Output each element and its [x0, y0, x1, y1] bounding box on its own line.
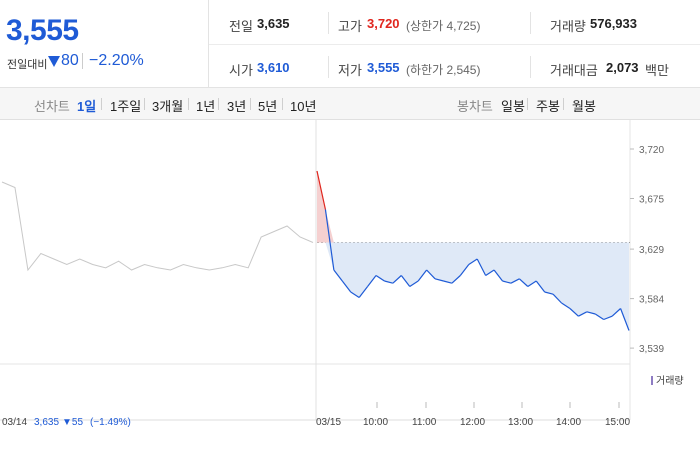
divider — [563, 98, 564, 110]
volume-legend-label: 거래량 — [656, 375, 684, 387]
x-tick-label: 14:00 — [556, 417, 581, 428]
stat-volume-value: 576,933 — [590, 16, 637, 31]
divider — [250, 98, 251, 110]
divider — [282, 98, 283, 110]
y-tick-label: 3,720 — [639, 145, 664, 156]
stat-trade-amount-value: 2,073 — [606, 60, 639, 75]
y-tick-label: 3,539 — [639, 344, 664, 355]
tab-monthly-candle[interactable]: 월봉 — [572, 96, 596, 115]
stat-trade-amount-key: 거래대금 — [550, 63, 598, 78]
change-value: 80 — [61, 52, 79, 69]
prev-day-change: ▼55 — [62, 417, 83, 428]
stat-lower-limit: (하한가 2,545) — [406, 63, 481, 77]
today-date: 03/15 — [316, 417, 341, 428]
tab-10y[interactable]: 10년 — [290, 96, 316, 115]
prev-day-date: 03/14 — [2, 417, 27, 428]
divider — [328, 56, 329, 78]
tab-3m[interactable]: 3개월 — [152, 96, 183, 115]
tab-1y[interactable]: 1년 — [196, 96, 215, 115]
divider — [218, 98, 219, 110]
stat-low-key: 저가 — [338, 63, 362, 78]
tab-3y[interactable]: 3년 — [227, 96, 246, 115]
tab-weekly-candle[interactable]: 주봉 — [536, 96, 560, 115]
divider — [527, 98, 528, 110]
change-label: 전일대비 — [7, 59, 48, 71]
tab-daily-candle[interactable]: 일봉 — [501, 96, 525, 115]
divider — [188, 98, 189, 110]
tab-5y[interactable]: 5년 — [258, 96, 277, 115]
divider — [144, 98, 145, 110]
change-percent: −2.20% — [89, 52, 144, 69]
stat-open-key: 시가 — [229, 63, 253, 78]
x-tick-label: 15:00 — [605, 417, 630, 428]
y-tick-label: 3,629 — [639, 245, 664, 256]
divider — [530, 56, 531, 78]
above-reference-fill — [317, 171, 629, 243]
previous-day-line — [1, 181, 314, 272]
divider — [82, 53, 83, 69]
divider — [328, 12, 329, 34]
x-tick-label: 12:00 — [460, 417, 485, 428]
tab-1w[interactable]: 1주일 — [110, 96, 141, 115]
divider — [101, 98, 102, 110]
current-price: 3,555 — [6, 14, 79, 47]
y-tick-label: 3,675 — [639, 195, 664, 206]
y-tick-label: 3,584 — [639, 295, 664, 306]
intraday-chart: 3,720 3,675 3,629 3,584 3,539 거래량 03/14 3,635… — [0, 120, 684, 428]
stat-prev-close-key: 전일 — [229, 19, 253, 34]
volume-legend-swatch — [651, 376, 653, 385]
tab-1d[interactable]: 1일 — [77, 96, 96, 115]
stat-low-value: 3,555 — [367, 60, 400, 75]
down-triangle-icon — [48, 56, 60, 67]
stat-volume-key: 거래량 — [550, 19, 586, 34]
candle-chart-label: 봉차트 — [457, 99, 493, 114]
stat-high-value: 3,720 — [367, 16, 400, 31]
x-tick-label: 10:00 — [363, 417, 388, 428]
stat-trade-amount-unit: 백만 — [645, 63, 669, 78]
prev-day-close: 3,635 — [34, 417, 59, 428]
stat-high-key: 고가 — [338, 19, 362, 34]
divider — [530, 12, 531, 34]
divider — [209, 44, 700, 45]
x-tick-label: 13:00 — [508, 417, 533, 428]
stat-prev-close-value: 3,635 — [257, 16, 290, 31]
stat-open-value: 3,610 — [257, 60, 290, 75]
line-chart-label: 선차트 — [34, 99, 70, 114]
below-reference-fill — [317, 242, 629, 331]
x-tick-label: 11:00 — [412, 417, 437, 428]
stat-upper-limit: (상한가 4,725) — [406, 19, 481, 33]
prev-day-change-pct: (−1.49%) — [90, 417, 131, 428]
